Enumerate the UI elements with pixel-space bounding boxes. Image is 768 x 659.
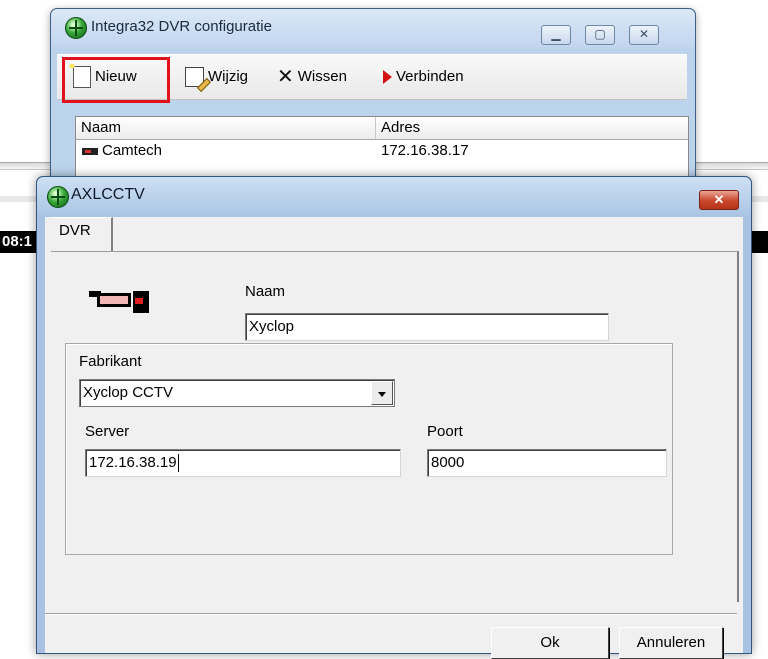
axlcctv-dialog: AXLCCTV ✕ DVR Naam Xyclop Fabrikant Xycl… (36, 176, 752, 659)
delete-button-label: Wissen (297, 68, 347, 85)
text-caret (177, 454, 179, 473)
cancel-button[interactable]: Annuleren (619, 627, 723, 659)
dialog-title: AXLCCTV (71, 186, 145, 203)
dialog-body: DVR Naam Xyclop Fabrikant Xyclop CCTV Se… (45, 217, 743, 659)
manufacturer-label: Fabrikant (79, 353, 142, 370)
ok-button[interactable]: Ok (491, 627, 609, 659)
cancel-button-label: Annuleren (636, 634, 706, 651)
tab-dvr-label: DVR (59, 222, 91, 239)
server-label: Server (85, 423, 130, 440)
edit-button-label: Wijzig (208, 68, 248, 85)
server-field[interactable]: 172.16.38.19 (85, 449, 401, 477)
close-window-button[interactable]: ✕ (629, 25, 659, 45)
name-field[interactable]: Xyclop (245, 313, 609, 341)
list-item-name-text: Camtech (102, 142, 163, 159)
name-label: Naam (245, 283, 286, 300)
port-field-value: 8000 (431, 454, 465, 471)
list-item-name: Camtech (82, 140, 162, 162)
list-header: Naam Adres (76, 117, 688, 140)
chevron-down-icon[interactable] (371, 381, 393, 405)
list-item-address: 172.16.38.17 (381, 142, 469, 159)
button-separator (45, 613, 737, 615)
tab-dvr[interactable]: DVR (51, 217, 113, 252)
minimize-button[interactable]: ▁ (541, 25, 571, 45)
camera-icon (89, 287, 155, 313)
window-titlebar[interactable]: Integra32 DVR configuratie ▁ ▢ ✕ (51, 9, 695, 47)
play-icon (383, 70, 392, 85)
port-field[interactable]: 8000 (427, 449, 667, 477)
delete-x-icon: ✕ (277, 66, 294, 89)
name-field-value: Xyclop (249, 318, 295, 335)
port-label: Poort (427, 423, 463, 440)
manufacturer-select-value: Xyclop CCTV (83, 384, 174, 401)
window-title: Integra32 DVR configuratie (91, 18, 272, 35)
camera-icon (82, 147, 98, 155)
connect-button[interactable]: Verbinden (383, 55, 464, 99)
list-item[interactable]: Camtech 172.16.38.17 (76, 140, 688, 162)
background-time-label: 08:1 (2, 233, 33, 250)
delete-button[interactable]: ✕ Wissen (277, 55, 347, 99)
globe-icon (65, 17, 87, 39)
maximize-button[interactable]: ▢ (585, 25, 615, 45)
column-header-address[interactable]: Adres (376, 117, 688, 139)
edit-button[interactable]: Wijzig (185, 55, 248, 99)
connect-button-label: Verbinden (396, 68, 464, 85)
column-header-name[interactable]: Naam (76, 117, 376, 139)
server-field-value: 172.16.38.19 (89, 454, 177, 471)
manufacturer-select[interactable]: Xyclop CCTV (79, 379, 395, 407)
dialog-titlebar[interactable]: AXLCCTV ✕ (37, 177, 751, 217)
edit-icon (185, 67, 204, 88)
new-button-highlight (62, 57, 170, 103)
dialog-close-button[interactable]: ✕ (699, 190, 739, 210)
ok-button-label: Ok (540, 634, 560, 651)
close-icon: ✕ (713, 192, 725, 207)
globe-icon (47, 186, 69, 208)
